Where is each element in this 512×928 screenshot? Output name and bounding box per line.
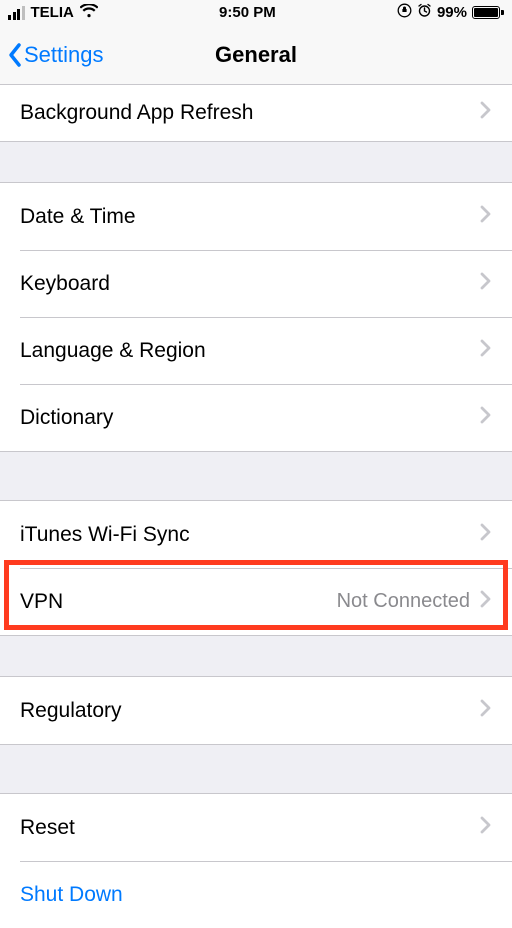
chevron-right-icon xyxy=(480,590,492,614)
back-label: Settings xyxy=(24,42,104,68)
cell-dictionary[interactable]: Dictionary xyxy=(0,384,512,451)
cell-label: Language & Region xyxy=(20,339,480,363)
chevron-right-icon xyxy=(480,699,492,723)
cell-label: Keyboard xyxy=(20,272,480,296)
cell-label: Background App Refresh xyxy=(20,101,480,125)
section-gap xyxy=(0,452,512,500)
cell-language-region[interactable]: Language & Region xyxy=(0,317,512,384)
settings-group-2: iTunes Wi-Fi Sync VPN Not Connected xyxy=(0,500,512,636)
cell-shut-down[interactable]: Shut Down xyxy=(0,861,512,928)
cell-reset[interactable]: Reset xyxy=(0,794,512,861)
signal-icon xyxy=(8,6,25,20)
chevron-right-icon xyxy=(480,523,492,547)
chevron-right-icon xyxy=(480,816,492,840)
cell-keyboard[interactable]: Keyboard xyxy=(0,250,512,317)
section-gap xyxy=(0,745,512,793)
chevron-right-icon xyxy=(480,205,492,229)
cell-label: iTunes Wi-Fi Sync xyxy=(20,523,480,547)
section-gap xyxy=(0,636,512,676)
cell-label: Regulatory xyxy=(20,699,480,723)
status-time: 9:50 PM xyxy=(219,4,276,21)
settings-group-0: Background App Refresh xyxy=(0,85,512,142)
cell-background-app-refresh[interactable]: Background App Refresh xyxy=(0,85,512,141)
chevron-left-icon xyxy=(6,41,24,69)
settings-group-3: Regulatory xyxy=(0,676,512,745)
cell-vpn[interactable]: VPN Not Connected xyxy=(0,568,512,635)
status-right: 99% xyxy=(397,3,504,22)
cell-regulatory[interactable]: Regulatory xyxy=(0,677,512,744)
status-bar: TELIA 9:50 PM 99% xyxy=(0,0,512,25)
battery-icon xyxy=(472,6,504,19)
chevron-right-icon xyxy=(480,272,492,296)
chevron-right-icon xyxy=(480,101,492,125)
chevron-right-icon xyxy=(480,406,492,430)
alarm-icon xyxy=(417,3,432,22)
status-left: TELIA xyxy=(8,4,98,21)
orientation-lock-icon xyxy=(397,3,412,22)
carrier-label: TELIA xyxy=(31,4,74,21)
nav-bar: Settings General xyxy=(0,25,512,85)
cell-label: Dictionary xyxy=(20,406,480,430)
cell-detail: Not Connected xyxy=(337,590,470,613)
cell-label: Date & Time xyxy=(20,205,480,229)
cell-itunes-wifi-sync[interactable]: iTunes Wi-Fi Sync xyxy=(0,501,512,568)
settings-group-4: Reset Shut Down xyxy=(0,793,512,928)
battery-percent: 99% xyxy=(437,4,467,21)
chevron-right-icon xyxy=(480,339,492,363)
page-title: General xyxy=(215,42,297,68)
cell-label: Shut Down xyxy=(20,883,492,907)
cell-label: Reset xyxy=(20,816,480,840)
section-gap xyxy=(0,142,512,182)
wifi-icon xyxy=(80,4,98,21)
settings-group-1: Date & Time Keyboard Language & Region D… xyxy=(0,182,512,452)
cell-date-time[interactable]: Date & Time xyxy=(0,183,512,250)
cell-label: VPN xyxy=(20,590,337,614)
back-button[interactable]: Settings xyxy=(6,41,104,69)
